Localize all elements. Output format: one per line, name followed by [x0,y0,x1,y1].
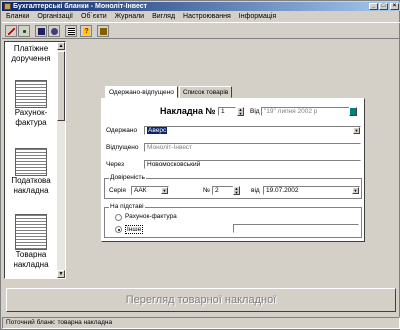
thumb-image [15,214,47,250]
vid-label: Від [250,108,260,115]
radio-rahunok-label: Рахунок-фактура [125,213,177,220]
thumb-label: Податкова накладна [11,176,51,195]
cherez-label: Через [106,161,125,168]
vidpushcheno-field: Моноліт-Інвест [144,143,361,152]
exit-icon[interactable] [97,25,109,37]
dov-number-input[interactable]: 2 [212,186,234,195]
close-button[interactable]: × [390,3,399,10]
window-title: Бухгалтерські бланки - Моноліт-Інвест [13,3,148,10]
chevron-down-icon[interactable]: ▼ [161,187,168,194]
app-icon [4,3,11,10]
thumb-podatkova[interactable]: Податкова накладна [9,148,53,196]
dov-date-select[interactable]: 19.07.2002 ▼ [263,186,360,195]
tab-spisok[interactable]: Список товарів [178,86,233,98]
seria-label: Серія [109,187,126,194]
menu-bar: Бланки Організації Об`єкти Журнали Вигля… [2,12,400,22]
thumb-rahunok[interactable]: Рахунок-фактура [9,80,53,128]
vertical-scrollbar[interactable]: ▲ ▼ [57,42,65,278]
thumb-tovarna[interactable]: Товарна накладна [9,214,53,270]
minimize-button[interactable]: _ [369,3,378,10]
menu-journals[interactable]: Журнали [111,12,148,22]
menu-view[interactable]: Вигляд [148,12,179,22]
disk-icon[interactable] [48,25,60,37]
dov-vid-label: від [251,187,260,194]
thumb-label: Платіжне доручення [11,44,51,63]
menu-settings[interactable]: Настроювання [179,12,235,22]
nakladna-label: Накладна № [160,106,216,116]
percent-icon[interactable] [18,25,30,37]
floppy-icon[interactable] [35,25,47,37]
odergano-select[interactable]: Аверс ▼ [144,126,361,135]
date-field[interactable]: "19" липня 2002 р [261,107,357,116]
thumb-platizhne[interactable]: Платіжне доручення [9,44,53,64]
pencil-icon[interactable] [5,25,17,37]
thumb-image [15,148,47,176]
form-tabs: Одержано-відпущено Список товарів [105,86,233,98]
seria-value: ААК [134,187,147,194]
status-bar: Поточний бланк: товарна накладна [2,317,400,329]
radio-rahunok[interactable] [115,214,122,221]
radio-inshe[interactable] [115,226,122,233]
dov-group: Довіреність Серія ААК ▼ № 2 ▲ ▼ від 19.07… [104,174,362,199]
scroll-up-icon[interactable]: ▲ [57,42,65,50]
dov-date-value: 19.07.2002 [266,187,299,194]
num-label: № [203,187,210,194]
pidstavi-group-title: На підставі [109,203,145,211]
toolbar: ? [2,22,400,39]
menu-objects[interactable]: Об`єкти [77,12,111,22]
title-bar: Бухгалтерські бланки - Моноліт-Інвест _ … [2,2,400,11]
blank-list-panel: Платіжне доручення Рахунок-фактура Подат… [4,41,66,279]
seria-select[interactable]: ААК ▼ [131,186,169,195]
scroll-thumb[interactable] [57,51,65,121]
maximize-button[interactable]: □ [379,3,388,10]
dov-number-stepper[interactable]: ▲ ▼ [233,186,240,195]
menu-info[interactable]: Інформація [235,12,280,22]
odergano-label: Одержано [106,127,138,134]
thumb-label: Рахунок-фактура [14,108,48,127]
thumb-label: Товарна накладна [13,250,49,269]
preview-button[interactable]: Перегляд товарної накладної [6,288,396,312]
dov-group-title: Довіреність [109,174,146,182]
menu-organizations[interactable]: Організації [33,12,77,22]
tab-odergano[interactable]: Одержано-відпущено [105,86,178,98]
vidpushcheno-label: Відпущено [106,144,139,151]
form-panel: Накладна № 1 ▲ ▼ Від "19" липня 2002 р Од… [101,98,365,242]
nakladna-number-input[interactable]: 1 [218,107,236,116]
inshe-input[interactable] [233,224,359,233]
thumb-image [15,80,47,108]
help-icon[interactable]: ? [80,25,92,37]
cherez-input[interactable]: Новомосковський [144,160,361,169]
chevron-down-icon[interactable]: ▼ [352,187,359,194]
chevron-down-icon[interactable]: ▼ [353,127,360,134]
pidstavi-group: На підставі Рахунок-фактура Інше [104,203,362,238]
radio-inshe-label: Інше [125,225,144,234]
app-window: Бухгалтерські бланки - Моноліт-Інвест _ … [0,0,400,330]
menu-blanky[interactable]: Бланки [2,12,33,22]
scroll-down-icon[interactable]: ▼ [57,270,65,278]
thumbnail-list: Платіжне доручення Рахунок-фактура Подат… [5,42,57,278]
number-stepper[interactable]: ▲ ▼ [237,107,244,116]
calendar-icon[interactable] [349,107,357,116]
form-icon[interactable] [65,25,77,37]
odergano-value: Аверс [147,127,168,134]
